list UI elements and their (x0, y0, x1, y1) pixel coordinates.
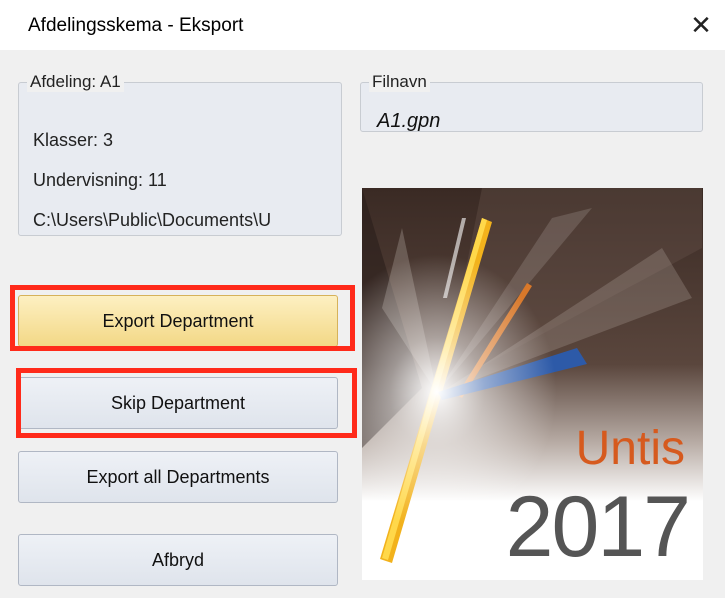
export-path: C:\Users\Public\Documents\U (33, 210, 272, 230)
cancel-button[interactable]: Afbryd (18, 534, 338, 586)
window-title: Afdelingsskema - Eksport (28, 15, 244, 36)
classes-count: Klasser: 3 (33, 130, 114, 150)
close-icon[interactable]: ✕ (686, 10, 716, 40)
title-bar: Afdelingsskema - Eksport ✕ (0, 0, 725, 50)
filename-group: Filnavn A1.gpn (360, 72, 703, 132)
skip-department-button[interactable]: Skip Department (18, 377, 338, 429)
filename-value: A1.gpn (377, 110, 441, 132)
export-department-button[interactable]: Export Department (18, 295, 338, 347)
lessons-count: Undervisning: 11 (33, 170, 167, 190)
filename-legend: Filnavn (369, 72, 430, 92)
version-year: 2017 (505, 479, 691, 575)
untis-logo-text: Untis (575, 422, 685, 475)
export-all-departments-button[interactable]: Export all Departments (18, 451, 338, 503)
untis-splash-image: Untis 2017 (362, 188, 703, 580)
department-info-group: Afdeling: A1 Klasser: 3 Undervisning: 11… (18, 72, 342, 236)
department-legend: Afdeling: A1 (27, 72, 124, 92)
